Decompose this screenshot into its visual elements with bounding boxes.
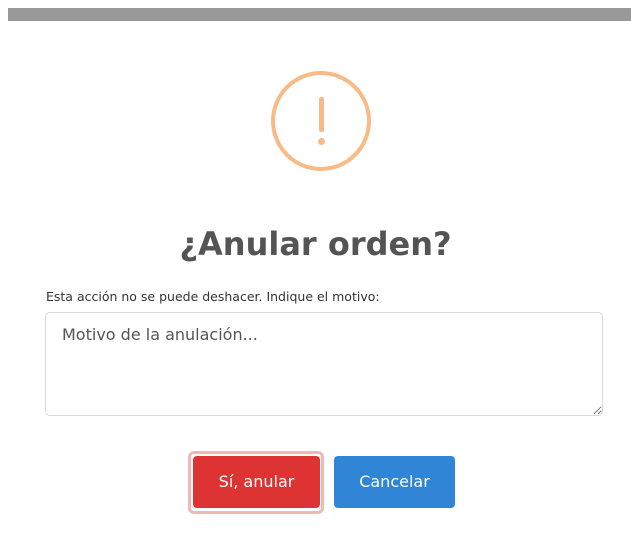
reason-label: Esta acción no se puede deshacer. Indiqu… [46,289,380,304]
cancel-button[interactable]: Cancelar [334,456,455,508]
exclamation-dot [318,138,325,145]
confirm-button[interactable]: Sí, anular [193,456,320,508]
top-bar [8,8,631,21]
page: ¿Anular orden? Esta acción no se puede d… [0,0,631,539]
reason-textarea[interactable] [45,312,603,416]
dialog-title: ¿Anular orden? [179,225,452,263]
warning-icon [271,71,371,171]
exclamation-bar [319,97,324,132]
